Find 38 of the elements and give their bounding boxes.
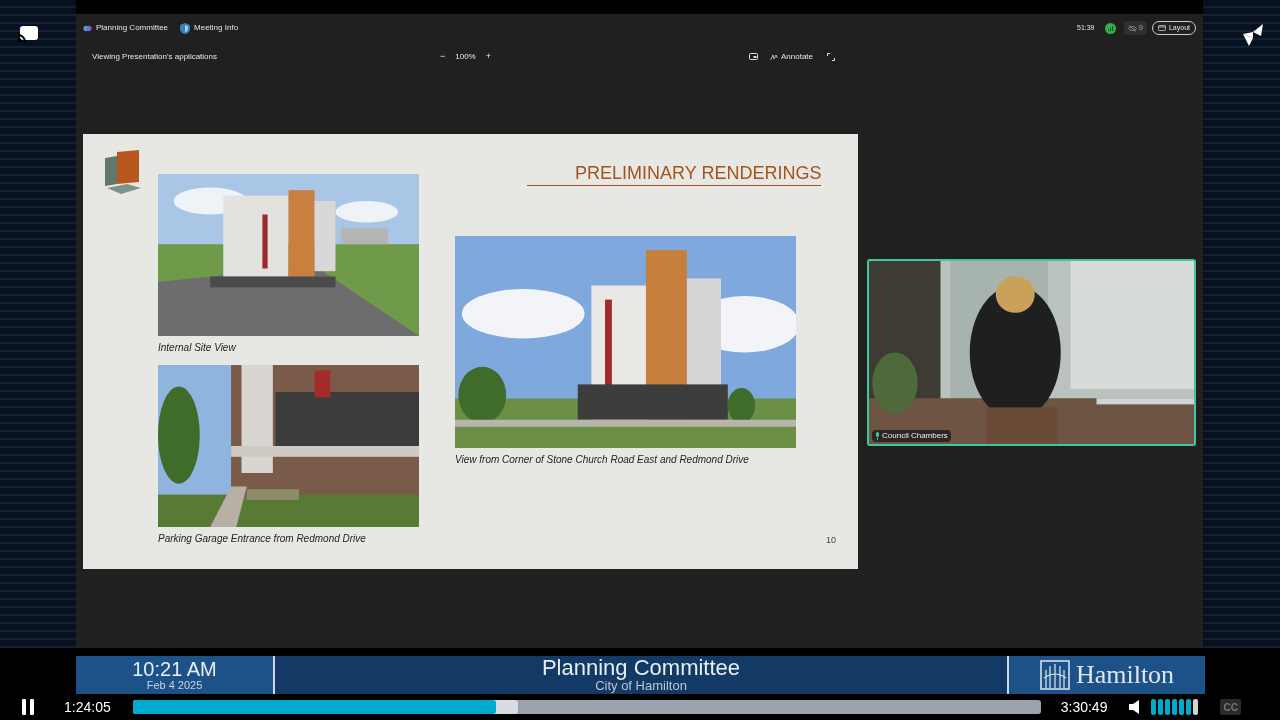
- zoom-in-button[interactable]: +: [483, 50, 493, 64]
- video-label: Council Chambers: [872, 430, 951, 442]
- meeting-title[interactable]: Planning Committee: [83, 22, 169, 34]
- page-number: 10: [826, 533, 836, 547]
- participants-button[interactable]: 9: [1123, 21, 1147, 35]
- zoom-level: 100%: [455, 51, 476, 63]
- annotate-button[interactable]: Annotate: [770, 51, 814, 63]
- banner-date: Feb 4 2025: [146, 679, 203, 691]
- banner-title: Planning Committee: [541, 657, 741, 679]
- volume-meter[interactable]: [1151, 699, 1199, 715]
- shield-icon: [180, 22, 191, 34]
- duration: 3:30:49: [1060, 697, 1108, 717]
- fullscreen-icon[interactable]: [827, 53, 836, 61]
- zoom-out-button[interactable]: −: [438, 50, 448, 64]
- city-hall-icon: [1039, 660, 1070, 690]
- signal-icon: [1104, 22, 1116, 34]
- pause-icon: [21, 699, 35, 715]
- meeting-info-button[interactable]: Meeting Info: [180, 22, 239, 34]
- popout-icon[interactable]: [749, 53, 758, 61]
- microphone-icon: [875, 432, 880, 440]
- pause-button[interactable]: [20, 698, 36, 716]
- current-time: 1:24:05: [64, 697, 111, 717]
- app-icon: [83, 23, 92, 33]
- progress-track[interactable]: [132, 700, 1041, 714]
- image-caption: Parking Garage Entrance from Redmond Drive: [158, 532, 367, 546]
- sharing-label: Viewing Presentation's applications: [92, 51, 218, 63]
- cast-icon[interactable]: [18, 26, 38, 42]
- image-caption: Internal Site View: [158, 341, 237, 355]
- hidden-eye-icon: [1127, 24, 1137, 32]
- layout-icon: [1157, 25, 1166, 31]
- city-logo-text: Hamilton: [1075, 661, 1175, 689]
- pen-icon: [770, 53, 778, 61]
- image-caption: View from Corner of Stone Church Road East and Redmond Drive: [455, 453, 750, 467]
- banner-subtitle: City of Hamilton: [595, 679, 687, 693]
- slide-title: PRELIMINARY RENDERINGS: [527, 161, 822, 186]
- clock-time: 10:21 AM: [132, 659, 217, 679]
- volume-icon[interactable]: [1129, 700, 1142, 714]
- triangles-icon[interactable]: [1241, 24, 1263, 46]
